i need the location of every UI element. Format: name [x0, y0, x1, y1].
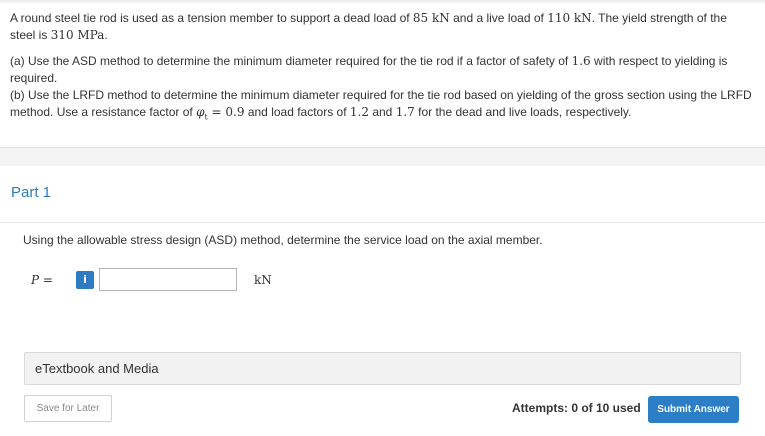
dead-load-factor: 1.2 [349, 105, 369, 119]
problem-statement: A round steel tie rod is used as a tensi… [10, 10, 755, 125]
part-b-text: and [369, 105, 396, 119]
problem-intro: A round steel tie rod is used as a tensi… [10, 10, 755, 44]
question-text: Using the allowable stress design (ASD) … [23, 233, 543, 247]
etextbook-media-label: eTextbook and Media [35, 361, 159, 376]
section-divider [0, 147, 765, 166]
top-shadow [0, 0, 765, 4]
problem-part-b: (b) Use the LRFD method to determine the… [10, 87, 755, 125]
variable-label: P = [31, 273, 76, 287]
submit-answer-button[interactable]: Submit Answer [648, 396, 739, 423]
answer-row: P = i kN [31, 266, 272, 293]
live-load-factor: 1.7 [395, 105, 415, 119]
part-a-text: (a) Use the ASD method to determine the … [10, 54, 572, 68]
factor-of-safety-value: 1.6 [571, 54, 591, 68]
etextbook-media-panel[interactable]: eTextbook and Media [24, 352, 741, 385]
live-load-value: 110 kN [547, 11, 592, 25]
intro-text: . [104, 28, 108, 42]
intro-text: and a live load of [449, 11, 548, 25]
part-b-text: and load factors of [244, 105, 350, 119]
equals-sign: = [39, 272, 53, 287]
part-b-text: for the dead and live loads, respectivel… [414, 105, 632, 119]
phi-symbol: φ [196, 105, 205, 119]
info-icon[interactable]: i [76, 270, 94, 289]
variable-symbol: P [31, 272, 40, 287]
problem-part-a: (a) Use the ASD method to determine the … [10, 53, 755, 87]
intro-text: A round steel tie rod is used as a tensi… [10, 11, 413, 25]
attempts-counter: Attempts: 0 of 10 used [512, 401, 641, 415]
save-for-later-button[interactable]: Save for Later [24, 395, 112, 422]
phi-value: = 0.9 [207, 105, 245, 119]
dead-load-value: 85 kN [412, 11, 450, 25]
part-title: Part 1 [11, 184, 52, 201]
yield-strength-value: 310 MPa [50, 28, 105, 42]
answer-input[interactable] [99, 268, 237, 291]
resistance-factor-symbol: φt = 0.9 [196, 105, 245, 121]
part-header [0, 165, 765, 223]
unit-label: kN [254, 272, 272, 287]
